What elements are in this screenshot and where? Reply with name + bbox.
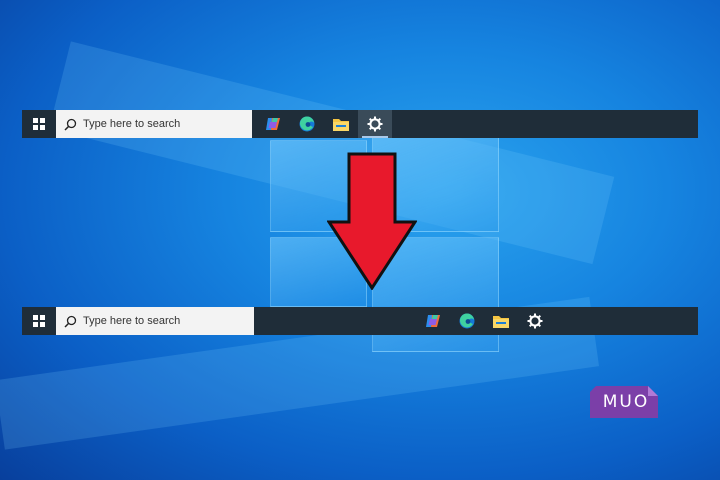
search-placeholder: Type here to search [83,118,181,130]
edge-icon [299,116,315,132]
taskbar-left-aligned: Type here to search [22,110,698,138]
edge-button[interactable] [290,110,324,138]
settings-icon [527,313,543,329]
windows-icon [33,315,45,327]
copilot-button[interactable] [416,307,450,335]
search-icon [64,315,77,328]
start-button[interactable] [22,307,56,335]
edge-button[interactable] [450,307,484,335]
search-placeholder: Type here to search [83,315,181,327]
file-explorer-icon [333,119,349,131]
watermark-text: MUO [602,392,650,412]
copilot-button[interactable] [256,110,290,138]
settings-button[interactable] [358,110,392,138]
search-box[interactable]: Type here to search [56,307,254,335]
copilot-icon [266,118,280,130]
edge-icon [459,313,475,329]
taskbar-center-aligned: Type here to search [22,307,698,335]
file-explorer-icon [493,316,509,328]
file-explorer-button[interactable] [324,110,358,138]
search-box[interactable]: Type here to search [56,110,252,138]
copilot-icon [426,315,440,327]
start-button[interactable] [22,110,56,138]
settings-button[interactable] [518,307,552,335]
search-icon [64,118,77,131]
file-explorer-button[interactable] [484,307,518,335]
windows-icon [33,118,45,130]
down-arrow-icon [327,152,417,290]
settings-icon [367,116,383,132]
